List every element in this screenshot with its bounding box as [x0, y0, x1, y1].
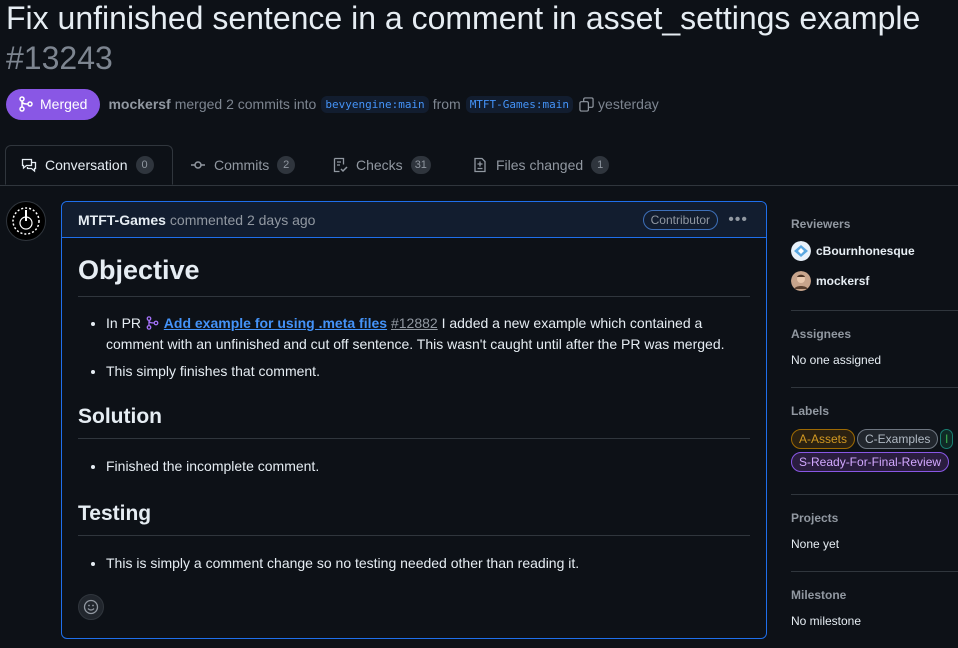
git-merge-icon — [19, 96, 33, 112]
base-branch[interactable]: bevyengine:main — [321, 95, 429, 113]
label-s-ready-for-final-review[interactable]: S-Ready-For-Final-Review — [791, 452, 950, 472]
comment-timestamp[interactable]: commented 2 days ago — [170, 212, 316, 228]
from-text: from — [432, 96, 461, 112]
tab-commits-label: Commits — [214, 157, 270, 173]
tab-files-changed[interactable]: Files changed 1 — [472, 145, 610, 185]
list-item: In PR Add example for using .meta files … — [106, 313, 750, 355]
testing-list: This is simply a comment change so no te… — [78, 553, 750, 574]
milestone-heading[interactable]: Milestone — [791, 588, 958, 602]
reviewer-name: mockersf — [816, 274, 870, 288]
copy-icon[interactable] — [579, 96, 594, 112]
file-diff-icon — [474, 157, 486, 173]
tab-checks[interactable]: Checks 31 — [332, 145, 431, 185]
commenter-avatar[interactable] — [6, 201, 46, 241]
head-branch[interactable]: MTFT-Games:main — [465, 95, 574, 113]
commenter-avatar-image — [12, 207, 40, 235]
tab-conversation-label: Conversation — [45, 157, 128, 173]
tab-files-changed-count: 1 — [591, 156, 610, 174]
tab-conversation[interactable]: Conversation 0 — [5, 145, 173, 185]
checklist-icon — [333, 157, 348, 173]
pr-title: Fix unfinished sentence in a comment in … — [6, 0, 946, 78]
heading-testing: Testing — [78, 501, 750, 536]
comment-discussion-icon — [21, 158, 37, 173]
divider — [791, 310, 958, 311]
linked-pr-link[interactable]: Add example for using .meta files — [164, 315, 387, 331]
reviewers-heading[interactable]: Reviewers — [791, 217, 958, 231]
pr-author-link[interactable]: mockersf — [108, 96, 170, 112]
reviewer-name: cBournhonesque — [816, 244, 915, 258]
milestone-section: Milestone No milestone — [791, 588, 958, 628]
tab-checks-count: 31 — [410, 156, 431, 174]
git-merge-icon — [146, 316, 159, 330]
assignees-section: Assignees No one assigned — [791, 327, 958, 367]
list-item: This simply finishes that comment. — [106, 361, 750, 382]
label-overflow[interactable]: l — [940, 429, 954, 449]
projects-value: None yet — [791, 537, 840, 551]
reviewer-item[interactable]: mockersf — [791, 271, 958, 291]
assignees-value: No one assigned — [791, 353, 882, 367]
heading-solution: Solution — [78, 404, 750, 439]
list-item: This is simply a comment change so no te… — [106, 553, 750, 574]
heading-objective: Objective — [78, 254, 750, 297]
add-reaction-button[interactable] — [78, 594, 104, 620]
pr-number: #13243 — [6, 40, 113, 76]
divider — [791, 387, 958, 388]
labels-row: S-Ready-For-Final-Review — [791, 452, 958, 475]
merged-state-badge: Merged — [6, 88, 101, 120]
reviewer-item[interactable]: cBournhonesque — [791, 241, 958, 261]
tab-commits-count: 2 — [277, 156, 296, 174]
comment-body: Objective In PR Add example for using .m… — [62, 254, 766, 574]
solution-list: Finished the incomplete comment. — [78, 456, 750, 477]
avatar — [791, 241, 811, 261]
comment-author[interactable]: MTFT-Games — [78, 212, 166, 228]
label-c-examples[interactable]: C-Examples — [857, 429, 939, 449]
merged-state-label: Merged — [40, 96, 88, 112]
objective-list: In PR Add example for using .meta files … — [78, 313, 750, 382]
pr-tabs: Conversation 0 Commits 2 Checks 31 Files… — [0, 145, 958, 186]
labels-section: Labels A-Assets C-Examples l S-Ready-For-F… — [791, 404, 958, 475]
list-item: Finished the incomplete comment. — [106, 456, 750, 477]
merged-time: yesterday — [598, 96, 659, 112]
divider — [791, 571, 958, 572]
merged-text: merged 2 commits into — [174, 96, 317, 112]
pr-title-text: Fix unfinished sentence in a comment in … — [6, 0, 921, 36]
obj-item1-prefix: In PR — [106, 315, 142, 331]
contributor-badge: Contributor — [642, 210, 718, 230]
projects-section: Projects None yet — [791, 511, 958, 551]
pr-meta-row: Merged mockersf merged 2 commits into be… — [6, 88, 663, 120]
projects-heading[interactable]: Projects — [791, 511, 958, 525]
smiley-icon — [83, 599, 99, 615]
comment-box: MTFT-Games commented 2 days ago Contribu… — [61, 201, 767, 639]
labels-heading[interactable]: Labels — [791, 404, 958, 418]
reviewers-section: Reviewers cBournhonesque mockersf — [791, 217, 958, 291]
tab-conversation-count: 0 — [135, 156, 154, 174]
linked-pr-number[interactable]: #12882 — [391, 315, 438, 331]
labels-row: A-Assets C-Examples l — [791, 429, 958, 452]
assignees-heading[interactable]: Assignees — [791, 327, 958, 341]
kebab-menu-icon[interactable]: ••• — [728, 211, 748, 229]
divider — [791, 494, 958, 495]
avatar — [791, 271, 811, 291]
milestone-value: No milestone — [791, 614, 862, 628]
git-commit-icon — [191, 161, 205, 169]
tab-commits[interactable]: Commits 2 — [190, 145, 296, 185]
tab-checks-label: Checks — [356, 157, 403, 173]
comment-header: MTFT-Games commented 2 days ago Contribu… — [62, 202, 766, 238]
tab-files-changed-label: Files changed — [496, 157, 584, 173]
label-a-assets[interactable]: A-Assets — [791, 429, 856, 449]
